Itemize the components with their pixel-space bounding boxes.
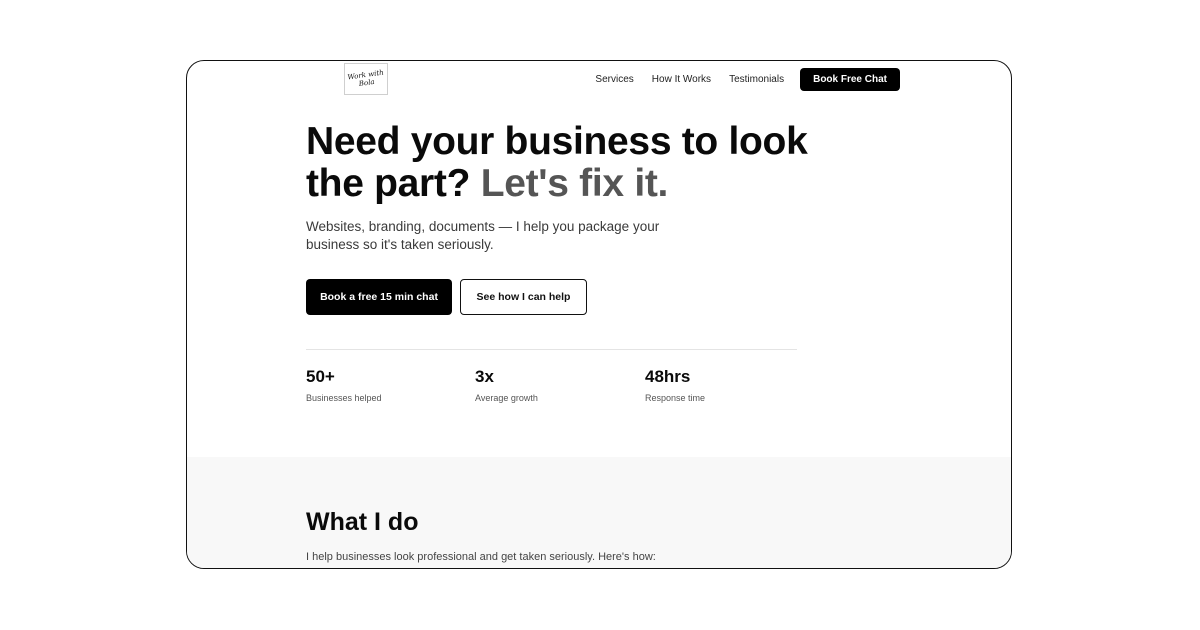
book-free-chat-button[interactable]: Book Free Chat (800, 67, 900, 91)
see-how-button[interactable]: See how I can help (460, 279, 587, 315)
stat-businesses: 50+ Businesses helped (306, 367, 382, 403)
stat-value: 3x (475, 367, 494, 386)
divider (306, 349, 797, 350)
section-subtitle: I help businesses look professional and … (306, 551, 656, 563)
nav-link-how-it-works[interactable]: How It Works (652, 74, 711, 85)
stat-growth: 3x Average growth (475, 367, 538, 403)
section-title: What I do (306, 508, 419, 536)
stat-value: 48hrs (645, 367, 691, 386)
browser-frame: Work with Bola Services How It Works Tes… (186, 60, 1012, 569)
book-chat-button[interactable]: Book a free 15 min chat (306, 279, 452, 315)
nav-link-services[interactable]: Services (595, 74, 633, 85)
stat-value: 50+ (306, 367, 335, 386)
top-nav: Services How It Works Testimonials Book … (595, 67, 900, 91)
stat-response: 48hrs Response time (645, 367, 705, 403)
hero-title-accent: Let's fix it. (480, 162, 669, 205)
services-section: What I do I help businesses look profess… (187, 457, 1011, 568)
logo[interactable]: Work with Bola (344, 63, 388, 95)
hero-title: Need your business to look the part? Let… (306, 121, 866, 205)
logo-text: Work with Bola (346, 68, 384, 89)
stat-label: Average growth (475, 393, 538, 403)
nav-link-testimonials[interactable]: Testimonials (729, 74, 784, 85)
stat-label: Response time (645, 393, 706, 403)
hero-subtitle: Websites, branding, documents — I help y… (306, 219, 660, 252)
stat-label: Businesses helped (306, 393, 382, 403)
